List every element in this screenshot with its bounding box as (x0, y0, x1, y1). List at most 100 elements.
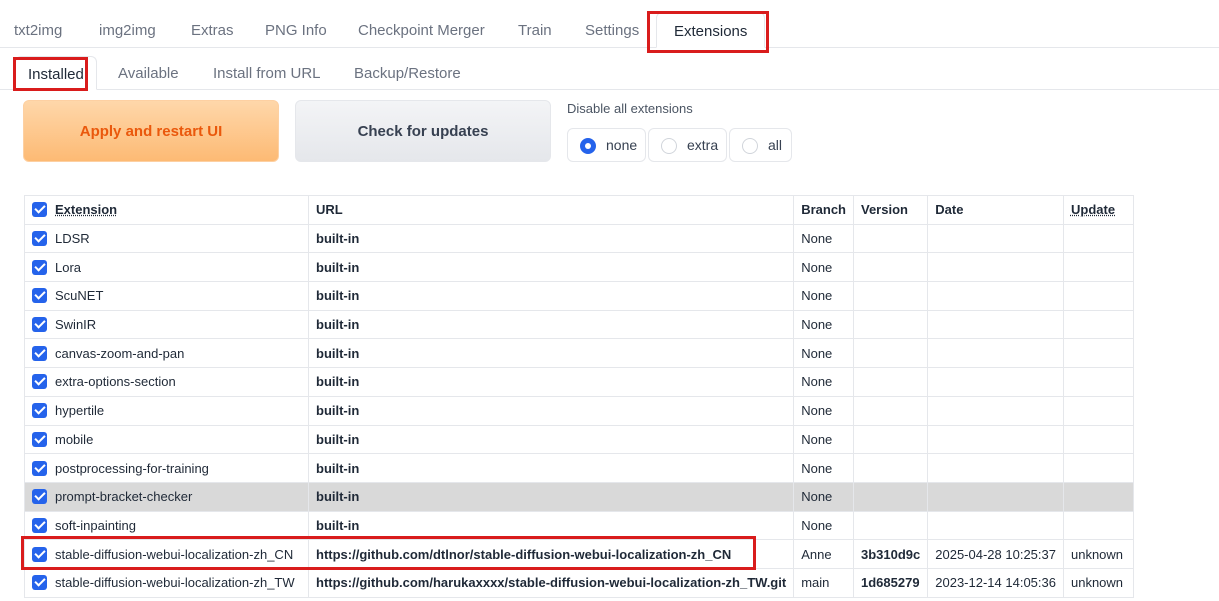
extension-checkbox[interactable] (32, 460, 47, 476)
update-cell: unknown (1062, 567, 1134, 598)
table-row: extra-options-section built-in None (24, 367, 1134, 397)
branch-cell: None (793, 252, 854, 283)
radio-none[interactable]: none (567, 128, 646, 162)
url-cell: built-in (307, 252, 795, 283)
extension-checkbox[interactable] (32, 345, 47, 361)
table-row: hypertile built-in None (24, 395, 1134, 426)
header-url: URL (307, 195, 795, 225)
sub-tab-bar: Installed Available Install from URL Bac… (0, 56, 1219, 90)
extension-cell: canvas-zoom-and-pan (24, 338, 309, 369)
extension-checkbox[interactable] (32, 546, 47, 562)
tab-backup-restore[interactable]: Backup/Restore (342, 56, 473, 90)
extensions-table: Extension URL Branch Version Date Update… (24, 195, 1134, 598)
date-cell (927, 481, 1064, 512)
extension-cell: ScuNET (24, 281, 309, 311)
table-row: postprocessing-for-training built-in Non… (24, 453, 1134, 483)
extension-checkbox[interactable] (32, 288, 47, 304)
extension-checkbox[interactable] (32, 374, 47, 390)
extension-cell: LDSR (24, 223, 309, 254)
extension-checkbox[interactable] (32, 259, 47, 275)
url-cell[interactable]: https://github.com/dtlnor/stable-diffusi… (307, 539, 795, 569)
update-cell (1062, 395, 1134, 426)
date-cell (927, 252, 1064, 283)
radio-unselected-icon (661, 138, 677, 154)
version-cell: 3b310d9c (852, 539, 929, 569)
date-cell (927, 424, 1064, 455)
extension-checkbox[interactable] (32, 489, 47, 505)
extension-cell: postprocessing-for-training (24, 453, 309, 483)
header-extension[interactable]: Extension (24, 195, 309, 225)
version-cell (852, 223, 929, 254)
update-cell (1062, 338, 1134, 369)
date-cell (927, 338, 1064, 369)
select-all-checkbox[interactable] (32, 202, 47, 218)
update-cell: unknown (1062, 539, 1134, 569)
branch-cell: main (793, 567, 854, 598)
version-cell (852, 252, 929, 283)
header-branch: Branch (793, 195, 854, 225)
tab-extras[interactable]: Extras (177, 12, 248, 48)
extension-checkbox[interactable] (32, 403, 47, 419)
tab-settings[interactable]: Settings (571, 12, 653, 48)
branch-cell: None (793, 510, 854, 541)
tab-install-from-url[interactable]: Install from URL (201, 56, 333, 90)
table-row: LDSR built-in None (24, 223, 1134, 254)
date-cell (927, 510, 1064, 541)
extension-checkbox[interactable] (32, 231, 47, 247)
tab-train[interactable]: Train (504, 12, 566, 48)
header-update[interactable]: Update (1062, 195, 1134, 225)
radio-selected-icon (580, 138, 596, 154)
url-cell: built-in (307, 424, 795, 455)
disable-extensions-label: Disable all extensions (567, 101, 693, 116)
tab-txt2img[interactable]: txt2img (0, 12, 76, 48)
top-tab-bar: txt2img img2img Extras PNG Info Checkpoi… (0, 12, 1219, 48)
extension-checkbox[interactable] (32, 431, 47, 447)
branch-cell: None (793, 367, 854, 397)
extension-cell: stable-diffusion-webui-localization-zh_T… (24, 567, 309, 598)
branch-cell: None (793, 424, 854, 455)
extension-cell: SwinIR (24, 309, 309, 340)
update-cell (1062, 453, 1134, 483)
extension-cell: hypertile (24, 395, 309, 426)
table-row: ScuNET built-in None (24, 281, 1134, 311)
extension-cell: extra-options-section (24, 367, 309, 397)
radio-none-label: none (606, 137, 638, 153)
branch-cell: None (793, 281, 854, 311)
apply-and-restart-button[interactable]: Apply and restart UI (23, 100, 279, 162)
tab-img2img[interactable]: img2img (85, 12, 170, 48)
update-cell (1062, 281, 1134, 311)
update-cell (1062, 510, 1134, 541)
version-cell (852, 338, 929, 369)
branch-cell: Anne (793, 539, 854, 569)
url-cell: built-in (307, 309, 795, 340)
radio-extra[interactable]: extra (648, 128, 727, 162)
tab-extensions[interactable]: Extensions (656, 12, 766, 48)
extension-cell: soft-inpainting (24, 510, 309, 541)
extension-checkbox[interactable] (32, 517, 47, 533)
tab-installed[interactable]: Installed (15, 56, 97, 90)
url-cell[interactable]: https://github.com/harukaxxxx/stable-dif… (307, 567, 795, 598)
version-cell (852, 309, 929, 340)
version-cell (852, 424, 929, 455)
check-for-updates-button[interactable]: Check for updates (295, 100, 551, 162)
extension-cell: Lora (24, 252, 309, 283)
branch-cell: None (793, 395, 854, 426)
radio-all[interactable]: all (729, 128, 792, 162)
version-cell (852, 367, 929, 397)
branch-cell: None (793, 338, 854, 369)
tab-png-info[interactable]: PNG Info (251, 12, 341, 48)
header-date: Date (927, 195, 1064, 225)
extension-checkbox[interactable] (32, 317, 47, 333)
table-row-hovered: prompt-bracket-checker built-in None (24, 481, 1134, 512)
version-cell: 1d685279 (852, 567, 929, 598)
tab-available[interactable]: Available (106, 56, 191, 90)
extension-checkbox[interactable] (32, 575, 47, 591)
table-row: soft-inpainting built-in None (24, 510, 1134, 541)
date-cell (927, 309, 1064, 340)
table-row: SwinIR built-in None (24, 309, 1134, 340)
date-cell (927, 453, 1064, 483)
branch-cell: None (793, 309, 854, 340)
update-cell (1062, 481, 1134, 512)
table-row: mobile built-in None (24, 424, 1134, 455)
tab-checkpoint-merger[interactable]: Checkpoint Merger (344, 12, 499, 48)
